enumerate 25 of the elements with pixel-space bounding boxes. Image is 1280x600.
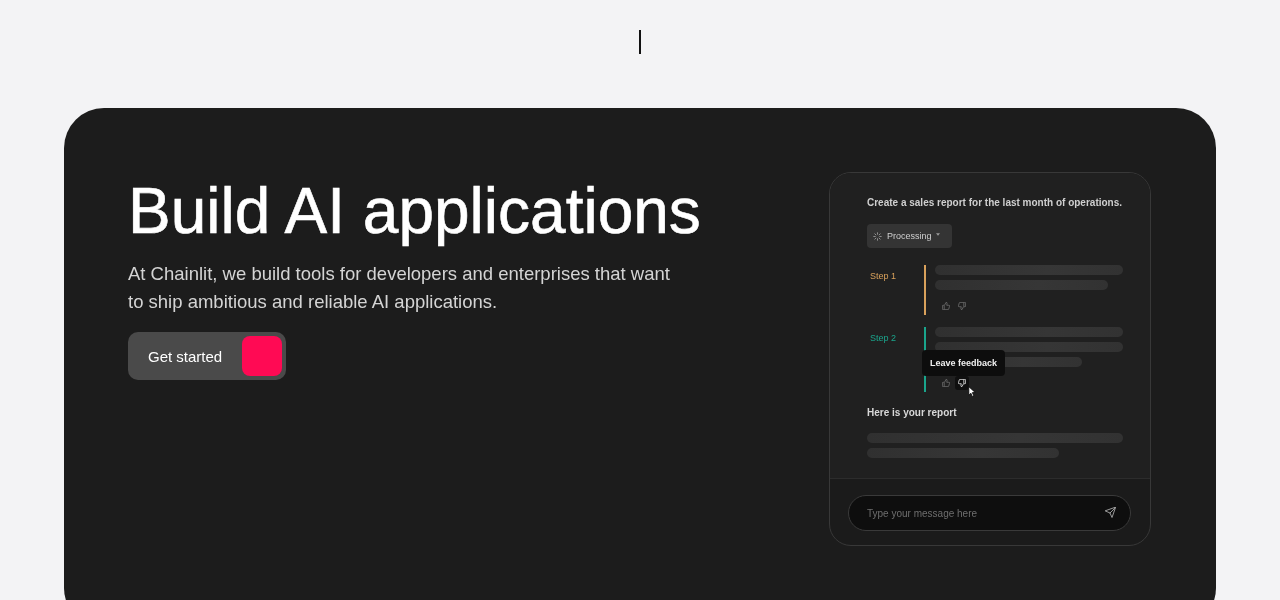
thumbs-down-button[interactable]: [955, 299, 969, 313]
feedback-tooltip: Leave feedback: [922, 350, 1006, 376]
message-input-field[interactable]: Type your message here: [848, 495, 1131, 531]
step-label: Step 1: [869, 271, 897, 281]
processing-dropdown[interactable]: Processing: [867, 224, 952, 248]
thumbs-up-button[interactable]: [939, 299, 953, 313]
caret-icon: [935, 233, 940, 236]
thumbs-down-button[interactable]: [955, 376, 969, 390]
thumbs-down-icon: [958, 302, 966, 310]
hero-title: Build AI applications: [128, 176, 701, 246]
step-label: Step 2: [869, 333, 897, 343]
answer-heading: Here is your report: [867, 406, 957, 420]
send-icon: [1105, 507, 1116, 518]
thumbs-up-icon: [942, 379, 950, 387]
thumbs-down-icon: [958, 379, 966, 387]
loader-icon: [873, 231, 882, 241]
text-cursor-icon: [639, 30, 641, 54]
thumbs-up-button[interactable]: [939, 376, 953, 390]
user-message: Create a sales report for the last month of operations.: [867, 196, 1123, 210]
mouse-pointer-icon: [968, 386, 976, 397]
get-started-button[interactable]: Get started: [128, 332, 287, 380]
thumbs-up-icon: [942, 302, 950, 310]
hero-subtitle: At Chainlit, we build tools for developers and enterprises that want to ship ambitious and reliable AI applications.: [128, 262, 671, 314]
send-button[interactable]: [1105, 507, 1117, 519]
square-icon: [242, 336, 283, 376]
